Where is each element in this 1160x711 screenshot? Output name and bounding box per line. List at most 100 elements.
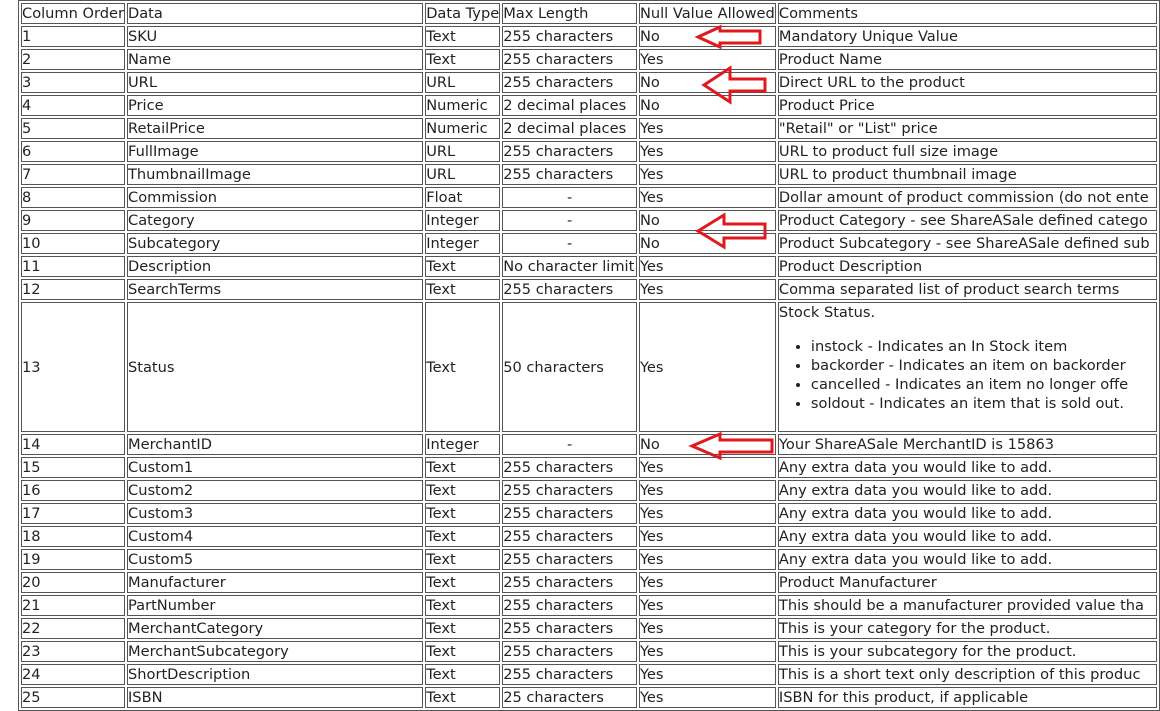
comments-cell: URL to product full size image (777, 141, 1157, 162)
comments-cell: Product Category - see ShareASale define… (777, 210, 1157, 231)
comments-cell: Your ShareASale MerchantID is 15863 (777, 434, 1157, 455)
null-allowed-cell: Yes (638, 641, 776, 662)
data-type-cell: Integer (425, 210, 501, 231)
max-length-cell: 255 characters (502, 618, 637, 639)
null-allowed-cell: No (638, 233, 776, 254)
max-length-cell: 255 characters (502, 595, 637, 616)
data-name-cell: Description (127, 256, 424, 277)
data-type-cell: Text (425, 49, 501, 70)
comments-cell: Comma separated list of product search t… (777, 279, 1157, 300)
data-name-cell: Custom1 (127, 457, 424, 478)
data-type-cell: Text (425, 595, 501, 616)
data-name-cell: Price (127, 95, 424, 116)
table-row: 23 MerchantSubcategory Text 255 characters Y… (21, 641, 1157, 662)
data-name-cell: PartNumber (127, 595, 424, 616)
max-length-cell: 255 characters (502, 526, 637, 547)
null-allowed-cell: Yes (638, 572, 776, 593)
data-type-cell: Text (425, 526, 501, 547)
max-length-cell: 255 characters (502, 72, 637, 93)
table-row: 11 Description Text No character limit Yes Pr… (21, 256, 1157, 277)
null-allowed-cell: Yes (638, 256, 776, 277)
column-order-cell: 5 (21, 118, 125, 139)
data-type-cell: Numeric (425, 95, 501, 116)
table-row: 24 ShortDescription Text 255 characters Yes T… (21, 664, 1157, 685)
table-row: 17 Custom3 Text 255 characters Yes Any extra … (21, 503, 1157, 524)
data-type-cell: URL (425, 72, 501, 93)
comments-cell: Product Name (777, 49, 1157, 70)
null-allowed-cell: Yes (638, 118, 776, 139)
max-length-cell: 255 characters (502, 26, 637, 47)
comments-cell: Dollar amount of product commission (do … (777, 187, 1157, 208)
comments-cell: This is your category for the product. (777, 618, 1157, 639)
data-name-cell: Category (127, 210, 424, 231)
null-allowed-cell: Yes (638, 279, 776, 300)
column-order-cell: 14 (21, 434, 125, 455)
status-value-item: instock - Indicates an In Stock item (811, 337, 1156, 356)
table-row: 10 Subcategory Integer - No Product Subcatego… (21, 233, 1157, 254)
table-row: 22 MerchantCategory Text 255 characters Yes T… (21, 618, 1157, 639)
max-length-cell: 255 characters (502, 503, 637, 524)
max-length-cell: 50 characters (502, 302, 637, 432)
comments-cell: Any extra data you would like to add. (777, 526, 1157, 547)
column-order-cell: 10 (21, 233, 125, 254)
max-length-cell: No character limit (502, 256, 637, 277)
null-allowed-cell: Yes (638, 595, 776, 616)
header-row: Column Order Data Data Type Max Length N… (21, 3, 1157, 24)
max-length-cell: - (502, 434, 637, 455)
column-order-cell: 7 (21, 164, 125, 185)
data-type-cell: Integer (425, 434, 501, 455)
data-name-cell: FullImage (127, 141, 424, 162)
max-length-cell: 255 characters (502, 480, 637, 501)
table-row: 21 PartNumber Text 255 characters Yes This sh… (21, 595, 1157, 616)
column-order-cell: 1 (21, 26, 125, 47)
null-allowed-cell: No (638, 72, 776, 93)
table-row: 20 Manufacturer Text 255 characters Yes Produ… (21, 572, 1157, 593)
null-allowed-cell: No (638, 434, 776, 455)
column-order-cell: 20 (21, 572, 125, 593)
max-length-cell: 255 characters (502, 164, 637, 185)
table-row: 12 SearchTerms Text 255 characters Yes Comma … (21, 279, 1157, 300)
table-row: 9 Category Integer - No Product Category - se… (21, 210, 1157, 231)
null-allowed-cell: No (638, 210, 776, 231)
table-row: 13 Status Text 50 characters Yes Stock Status… (21, 302, 1157, 432)
max-length-cell: - (502, 233, 637, 254)
column-order-cell: 9 (21, 210, 125, 231)
data-name-cell: Manufacturer (127, 572, 424, 593)
table-row: 15 Custom1 Text 255 characters Yes Any extra … (21, 457, 1157, 478)
data-type-cell: Text (425, 457, 501, 478)
table-row: 16 Custom2 Text 255 characters Yes Any extra … (21, 480, 1157, 501)
null-allowed-cell: Yes (638, 302, 776, 432)
data-name-cell: Commission (127, 187, 424, 208)
comments-cell: Any extra data you would like to add. (777, 503, 1157, 524)
column-order-cell: 4 (21, 95, 125, 116)
data-type-cell: URL (425, 164, 501, 185)
data-type-cell: Text (425, 549, 501, 570)
header-null-allowed: Null Value Allowed (638, 3, 776, 24)
data-name-cell: MerchantCategory (127, 618, 424, 639)
data-type-cell: Text (425, 480, 501, 501)
data-name-cell: Name (127, 49, 424, 70)
comments-cell: Product Description (777, 256, 1157, 277)
column-order-cell: 21 (21, 595, 125, 616)
null-allowed-cell: Yes (638, 187, 776, 208)
status-value-item: soldout - Indicates an item that is sold… (811, 394, 1156, 413)
max-length-cell: 255 characters (502, 572, 637, 593)
header-comments: Comments (777, 3, 1157, 24)
data-type-cell: Float (425, 187, 501, 208)
column-order-cell: 23 (21, 641, 125, 662)
header-max-length: Max Length (502, 3, 637, 24)
table-row: 7 ThumbnailImage URL 255 characters Yes URL t… (21, 164, 1157, 185)
data-type-cell: Text (425, 618, 501, 639)
comments-cell: Stock Status. instock - Indicates an In S… (777, 302, 1157, 432)
column-order-cell: 24 (21, 664, 125, 685)
max-length-cell: - (502, 210, 637, 231)
header-column-order: Column Order (21, 3, 125, 24)
table-row: 5 RetailPrice Numeric 2 decimal places Yes "R… (21, 118, 1157, 139)
product-feed-spec-table: Column Order Data Data Type Max Length N… (18, 0, 1160, 711)
column-order-cell: 15 (21, 457, 125, 478)
data-name-cell: Custom5 (127, 549, 424, 570)
table-row: 1 SKU Text 255 characters No Mandatory Unique… (21, 26, 1157, 47)
comments-cell: This is a short text only description of… (777, 664, 1157, 685)
comments-cell: Product Subcategory - see ShareASale def… (777, 233, 1157, 254)
table-row: 6 FullImage URL 255 characters Yes URL to pro… (21, 141, 1157, 162)
